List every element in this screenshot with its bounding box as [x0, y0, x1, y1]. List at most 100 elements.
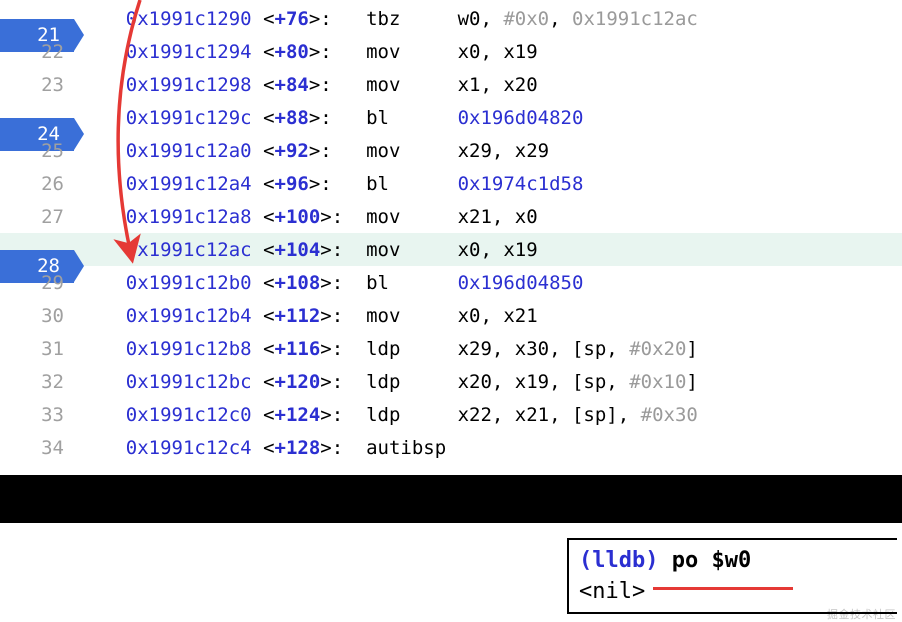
- offset: +108: [275, 272, 321, 294]
- watermark-text: 掘金技术社区: [827, 606, 896, 622]
- line-number[interactable]: 23: [0, 74, 80, 96]
- line-number[interactable]: 27: [0, 206, 80, 228]
- operand: x1, x20: [458, 74, 538, 96]
- address: 0x1991c12a0: [126, 140, 252, 162]
- offset: +120: [275, 371, 321, 393]
- mnemonic: bl: [366, 107, 458, 129]
- code-line[interactable]: 22 0x1991c1294 <+80>: mov x0, x19: [0, 35, 902, 68]
- mnemonic: mov: [366, 206, 458, 228]
- operand: #0x10: [629, 371, 686, 393]
- code-content: 0x1991c12ac <+104>: mov x0, x19: [80, 239, 902, 261]
- address: 0x1991c12c0: [126, 404, 252, 426]
- code-content: 0x1991c12a8 <+100>: mov x21, x0: [80, 206, 902, 228]
- operand: x29, x30, [sp,: [458, 338, 630, 360]
- address: 0x1991c12bc: [126, 371, 252, 393]
- address: 0x1991c12ac: [126, 239, 252, 261]
- code-content: 0x1991c12c0 <+124>: ldp x22, x21, [sp], …: [80, 404, 902, 426]
- code-line[interactable]: 27 0x1991c12a8 <+100>: mov x21, x0: [0, 200, 902, 233]
- line-number[interactable]: 32: [0, 371, 80, 393]
- offset: +116: [275, 338, 321, 360]
- code-line[interactable]: 28 0x1991c12ac <+104>: mov x0, x19: [0, 233, 902, 266]
- operand: x29, x29: [458, 140, 550, 162]
- line-number[interactable]: 25: [0, 140, 80, 162]
- mnemonic: mov: [366, 239, 458, 261]
- black-bar-divider: [0, 475, 902, 523]
- mnemonic: mov: [366, 140, 458, 162]
- operand: #0x20: [629, 338, 686, 360]
- operand: ,: [549, 8, 572, 30]
- line-number[interactable]: 34: [0, 437, 80, 459]
- code-content: 0x1991c12bc <+120>: ldp x20, x19, [sp, #…: [80, 371, 902, 393]
- address: 0x1991c1298: [126, 74, 252, 96]
- code-content: 0x1991c1298 <+84>: mov x1, x20: [80, 74, 902, 96]
- code-content: 0x1991c12a0 <+92>: mov x29, x29: [80, 140, 902, 162]
- code-line[interactable]: 24 0x1991c129c <+88>: bl 0x196d04820: [0, 101, 902, 134]
- address: 0x1991c1290: [126, 8, 252, 30]
- mnemonic: tbz: [366, 8, 458, 30]
- code-content: 0x1991c129c <+88>: bl 0x196d04820: [80, 107, 902, 129]
- code-content: 0x1991c12b8 <+116>: ldp x29, x30, [sp, #…: [80, 338, 902, 360]
- operand: 0x1991c12ac: [572, 8, 698, 30]
- operand: 0x1974c1d58: [458, 173, 584, 195]
- offset: +112: [275, 305, 321, 327]
- address: 0x1991c12b8: [126, 338, 252, 360]
- disassembly-view: 21 0x1991c1290 <+76>: tbz w0, #0x0, 0x19…: [0, 0, 902, 464]
- code-line[interactable]: 21 0x1991c1290 <+76>: tbz w0, #0x0, 0x19…: [0, 2, 902, 35]
- offset: +92: [275, 140, 309, 162]
- address: 0x1991c12b0: [126, 272, 252, 294]
- offset: +80: [275, 41, 309, 63]
- line-number[interactable]: 33: [0, 404, 80, 426]
- operand: 0x196d04850: [458, 272, 584, 294]
- code-line[interactable]: 31 0x1991c12b8 <+116>: ldp x29, x30, [sp…: [0, 332, 902, 365]
- mnemonic: bl: [366, 173, 458, 195]
- operand: w0,: [458, 8, 504, 30]
- address: 0x1991c1294: [126, 41, 252, 63]
- code-content: 0x1991c12b4 <+112>: mov x0, x21: [80, 305, 902, 327]
- operand: x0, x19: [458, 239, 538, 261]
- address: 0x1991c12c4: [126, 437, 252, 459]
- offset: +84: [275, 74, 309, 96]
- operand: ]: [686, 371, 697, 393]
- code-line[interactable]: 30 0x1991c12b4 <+112>: mov x0, x21: [0, 299, 902, 332]
- code-content: 0x1991c12a4 <+96>: bl 0x1974c1d58: [80, 173, 902, 195]
- operand: x21, x0: [458, 206, 538, 228]
- mnemonic: ldp: [366, 404, 458, 426]
- mnemonic: ldp: [366, 338, 458, 360]
- operand: 0x196d04820: [458, 107, 584, 129]
- offset: +128: [275, 437, 321, 459]
- lldb-command: po $w0: [672, 548, 751, 573]
- line-number[interactable]: 26: [0, 173, 80, 195]
- offset: +100: [275, 206, 321, 228]
- mnemonic: ldp: [366, 371, 458, 393]
- address: 0x1991c12a4: [126, 173, 252, 195]
- lldb-console[interactable]: (lldb) po $w0 <nil>: [567, 538, 897, 614]
- lldb-prompt-line: (lldb) po $w0: [579, 546, 887, 577]
- mnemonic: mov: [366, 305, 458, 327]
- address: 0x1991c12a8: [126, 206, 252, 228]
- line-number[interactable]: 29: [0, 272, 80, 294]
- mnemonic: mov: [366, 41, 458, 63]
- operand: #0x0: [503, 8, 549, 30]
- code-line[interactable]: 33 0x1991c12c0 <+124>: ldp x22, x21, [sp…: [0, 398, 902, 431]
- address: 0x1991c129c: [126, 107, 252, 129]
- code-line[interactable]: 23 0x1991c1298 <+84>: mov x1, x20: [0, 68, 902, 101]
- line-number[interactable]: 31: [0, 338, 80, 360]
- code-content: 0x1991c12b0 <+108>: bl 0x196d04850: [80, 272, 902, 294]
- address: 0x1991c12b4: [126, 305, 252, 327]
- code-line[interactable]: 26 0x1991c12a4 <+96>: bl 0x1974c1d58: [0, 167, 902, 200]
- mnemonic: mov: [366, 74, 458, 96]
- operand: ]: [686, 338, 697, 360]
- code-content: 0x1991c1294 <+80>: mov x0, x19: [80, 41, 902, 63]
- mnemonic: bl: [366, 272, 458, 294]
- code-line[interactable]: 34 0x1991c12c4 <+128>: autibsp: [0, 431, 902, 464]
- offset: +124: [275, 404, 321, 426]
- line-number[interactable]: 22: [0, 41, 80, 63]
- offset: +104: [275, 239, 321, 261]
- operand: x0, x21: [458, 305, 538, 327]
- lldb-output-line: <nil>: [579, 577, 887, 608]
- code-line[interactable]: 25 0x1991c12a0 <+92>: mov x29, x29: [0, 134, 902, 167]
- line-number[interactable]: 30: [0, 305, 80, 327]
- code-line[interactable]: 32 0x1991c12bc <+120>: ldp x20, x19, [sp…: [0, 365, 902, 398]
- offset: +76: [275, 8, 309, 30]
- code-line[interactable]: 29 0x1991c12b0 <+108>: bl 0x196d04850: [0, 266, 902, 299]
